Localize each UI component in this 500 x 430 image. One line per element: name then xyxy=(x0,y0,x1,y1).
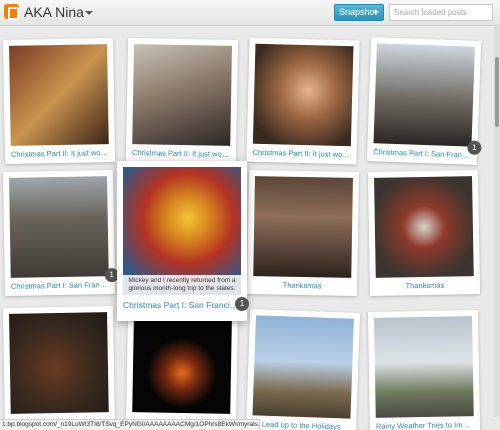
chevron-down-icon[interactable] xyxy=(85,11,93,15)
post-card[interactable]: Christmas Part I: San Francisco 1 xyxy=(366,37,482,165)
post-card[interactable]: Thanksmas xyxy=(246,170,360,296)
status-bar-url: 1.bp.blogspot.com/_n19LuWI3TI8/TSvq_EPyN… xyxy=(0,419,260,430)
post-photo xyxy=(373,43,475,147)
post-caption[interactable]: Christmas Part II: It just woul... xyxy=(11,144,109,164)
post-photo xyxy=(132,312,232,414)
post-card[interactable]: Christmas Part II: It just woul... xyxy=(246,37,360,165)
scrollbar-thumb[interactable] xyxy=(495,57,499,127)
post-photo xyxy=(252,43,354,147)
post-photo xyxy=(9,44,109,146)
post-photo xyxy=(253,176,353,278)
post-caption[interactable]: Thanksmas xyxy=(376,276,474,296)
post-caption[interactable]: Thanksmas xyxy=(253,276,351,296)
post-photo: Mickey and I recently returned from a gl… xyxy=(123,167,241,295)
post-card[interactable]: Christmas Part I: San Francisco 1 xyxy=(2,170,119,296)
search-input[interactable] xyxy=(389,4,493,21)
dropdown-caret-icon xyxy=(373,11,379,14)
post-photo xyxy=(374,316,474,418)
post-card[interactable]: ... xyxy=(125,306,239,430)
post-excerpt: Mickey and I recently returned from a gl… xyxy=(123,275,241,295)
post-card[interactable]: Lead up to the Holidays xyxy=(245,309,361,430)
post-photo xyxy=(9,176,109,278)
post-card[interactable]: Christmas Part II: It just woul... xyxy=(2,38,116,164)
post-caption[interactable]: Christmas Part I: San Francisco xyxy=(373,143,471,164)
post-card[interactable]: Rainy Weather Tries to Impe... xyxy=(367,310,481,430)
post-grid: Christmas Part II: It just woul... Chris… xyxy=(0,27,500,430)
snapshot-button[interactable]: Snapshot xyxy=(334,4,384,21)
post-caption[interactable]: Christmas Part II: It just woul... xyxy=(252,144,351,165)
post-photo xyxy=(132,44,232,146)
post-photo xyxy=(374,176,474,278)
post-card[interactable]: Thanksmas xyxy=(367,170,481,296)
post-card[interactable]: Thanksmas xyxy=(2,306,116,430)
blog-title[interactable]: AKA Nina xyxy=(24,4,84,20)
snapshot-label: Snapshot xyxy=(339,7,378,17)
post-caption[interactable]: Christmas Part I: San Francisco xyxy=(123,295,241,315)
post-photo xyxy=(9,312,109,414)
blogger-logo-icon[interactable] xyxy=(4,4,19,20)
post-card[interactable]: Christmas Part II: It just woul... xyxy=(125,38,239,164)
scrollbar[interactable] xyxy=(494,27,500,417)
post-caption[interactable]: Rainy Weather Tries to Impe... xyxy=(376,416,474,430)
comment-count-badge[interactable]: 1 xyxy=(467,140,482,156)
post-caption[interactable]: Christmas Part I: San Francisco xyxy=(11,276,109,296)
comment-count-badge[interactable]: 1 xyxy=(235,297,249,311)
top-bar: AKA Nina Snapshot xyxy=(0,0,500,26)
post-card-featured[interactable]: Mickey and I recently returned from a gl… xyxy=(117,161,249,321)
post-photo xyxy=(252,315,354,419)
